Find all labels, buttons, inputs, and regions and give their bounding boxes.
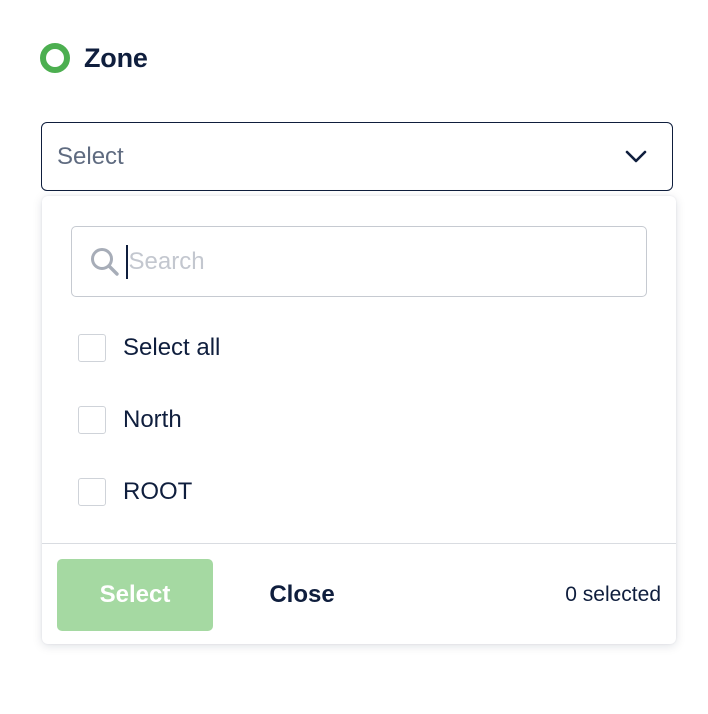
option-label: Select all (123, 334, 221, 361)
zone-select-dropdown[interactable]: Select (41, 122, 673, 191)
close-button[interactable]: Close (242, 559, 362, 631)
option-label: North (123, 406, 182, 433)
search-input[interactable] (128, 247, 609, 276)
option-north[interactable]: North (78, 384, 638, 456)
dropdown-footer: Select Close 0 selected (42, 543, 676, 644)
text-cursor (126, 244, 128, 279)
north-checkbox[interactable] (78, 406, 106, 434)
option-root[interactable]: ROOT (78, 456, 638, 528)
search-box[interactable] (71, 226, 647, 297)
select-all-checkbox[interactable] (78, 334, 106, 362)
zone-header: Zone (40, 40, 148, 76)
option-label: ROOT (123, 478, 193, 505)
select-placeholder: Select (57, 142, 124, 170)
selected-count: 0 selected (565, 583, 661, 606)
option-select-all[interactable]: Select all (78, 312, 638, 384)
option-list: Select all North ROOT (78, 312, 638, 528)
status-dot-icon (40, 43, 70, 73)
root-checkbox[interactable] (78, 478, 106, 506)
select-button[interactable]: Select (57, 559, 213, 631)
chevron-down-icon[interactable] (624, 145, 648, 169)
search-icon (88, 245, 122, 279)
zone-filter-widget: Zone Select Select all (0, 0, 708, 714)
zone-title: Zone (84, 42, 148, 73)
dropdown-panel: Select all North ROOT Select Close 0 sel… (42, 196, 676, 644)
